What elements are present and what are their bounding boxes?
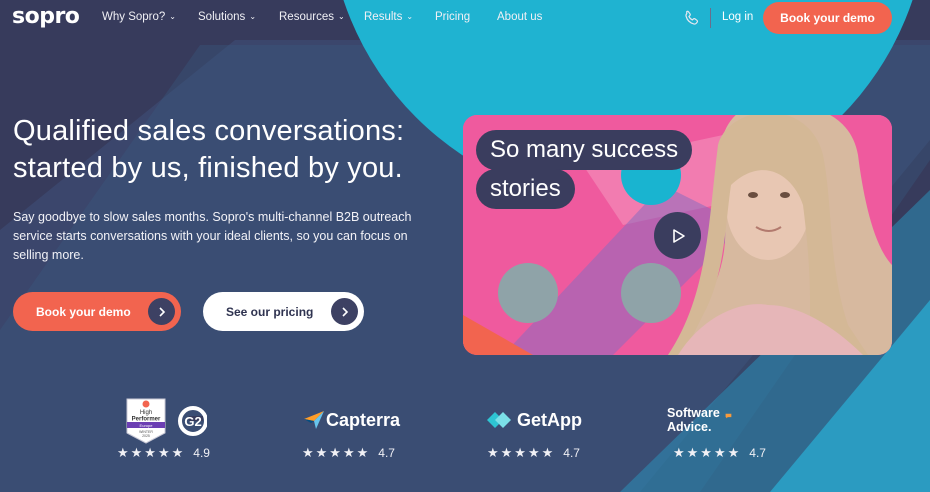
login-link[interactable]: Log in (722, 11, 753, 23)
hero-subtitle: Say goodbye to slow sales months. Sopro'… (13, 210, 412, 262)
nav-divider (710, 8, 711, 28)
badge-text: High (140, 410, 152, 416)
rating-stars: ★★★★★ 4.7 (673, 445, 766, 461)
software-advice-logo-text: Software Advice. (667, 406, 720, 434)
stars-icon: ★★★★★ (117, 445, 186, 460)
rating-stars: ★★★★★ 4.7 (302, 445, 395, 461)
nav-label: Pricing (435, 11, 471, 23)
rating-score: 4.9 (193, 446, 210, 460)
button-label: Book your demo (36, 304, 131, 319)
rating-score: 4.7 (563, 446, 580, 460)
hero-title-line: started by us, finished by you. (13, 152, 403, 184)
nav-label: Why Sopro? (102, 11, 166, 23)
hero-title: Qualified sales conversations: started b… (13, 113, 453, 187)
getapp-logo-text: GetApp (517, 409, 582, 430)
nav-why-sopro[interactable]: Why Sopro? ⌄ (102, 11, 176, 23)
sopro-logo[interactable]: sopro (12, 4, 80, 30)
badge-text: Europe (140, 423, 154, 428)
badge-text: 2025 (142, 434, 150, 438)
software-advice-logo: Software Advice. (667, 395, 732, 445)
rating-stars: ★★★★★ 4.7 (487, 445, 580, 461)
stars-icon: ★★★★★ (487, 445, 556, 460)
video-caption-line: stories (476, 169, 575, 209)
nav-label: Resources (279, 11, 334, 23)
book-demo-button[interactable]: Book your demo (13, 292, 181, 331)
badge-text: Performer (132, 417, 161, 423)
hero-title-line: Qualified sales conversations: (13, 115, 405, 147)
phone-icon[interactable] (683, 9, 701, 27)
chevron-down-icon: ⌄ (337, 11, 345, 21)
g2-logo-text: G2 (184, 414, 201, 429)
arrow-right-icon (148, 298, 175, 325)
arrow-right-icon (331, 298, 358, 325)
getapp-logo: GetApp (487, 395, 582, 445)
chevron-down-icon: ⌄ (169, 11, 176, 21)
nav-results[interactable]: Results ⌄ (364, 11, 413, 23)
chevron-down-icon: ⌄ (249, 11, 257, 21)
top-nav: sopro Why Sopro? ⌄ Solutions ⌄ Resources… (0, 0, 930, 36)
capterra-arrow-icon (304, 411, 324, 429)
stars-icon: ★★★★★ (302, 445, 371, 460)
nav-about-us[interactable]: About us (497, 11, 542, 23)
getapp-diamond-icon (487, 412, 511, 428)
nav-resources[interactable]: Resources ⌄ (279, 11, 345, 23)
button-label: See our pricing (226, 304, 314, 319)
see-pricing-button[interactable]: See our pricing (203, 292, 364, 331)
play-icon (672, 228, 685, 243)
nav-label: Solutions (198, 11, 246, 23)
capterra-logo: Capterra (302, 395, 400, 445)
nav-label: Results (364, 11, 403, 23)
g2-high-performer-badge: High Performer Europe WINTER 2025 G2 (126, 398, 207, 444)
chevron-down-icon: ⌄ (406, 11, 414, 21)
nav-solutions[interactable]: Solutions ⌄ (198, 11, 256, 23)
nav-label: About us (497, 11, 543, 23)
capterra-logo-text: Capterra (326, 409, 401, 430)
nav-pricing[interactable]: Pricing (435, 11, 470, 23)
rating-score: 4.7 (378, 446, 395, 460)
rating-stars: ★★★★★ 4.9 (117, 445, 210, 461)
stars-icon: ★★★★★ (673, 445, 742, 460)
speech-bubble-icon (725, 413, 732, 419)
rating-score: 4.7 (749, 446, 766, 460)
g2-logos: High Performer Europe WINTER 2025 G2 (117, 395, 207, 445)
book-demo-nav-button[interactable]: Book your demo (763, 2, 892, 34)
play-button[interactable] (654, 212, 701, 259)
video-caption-line: So many success (476, 130, 693, 170)
